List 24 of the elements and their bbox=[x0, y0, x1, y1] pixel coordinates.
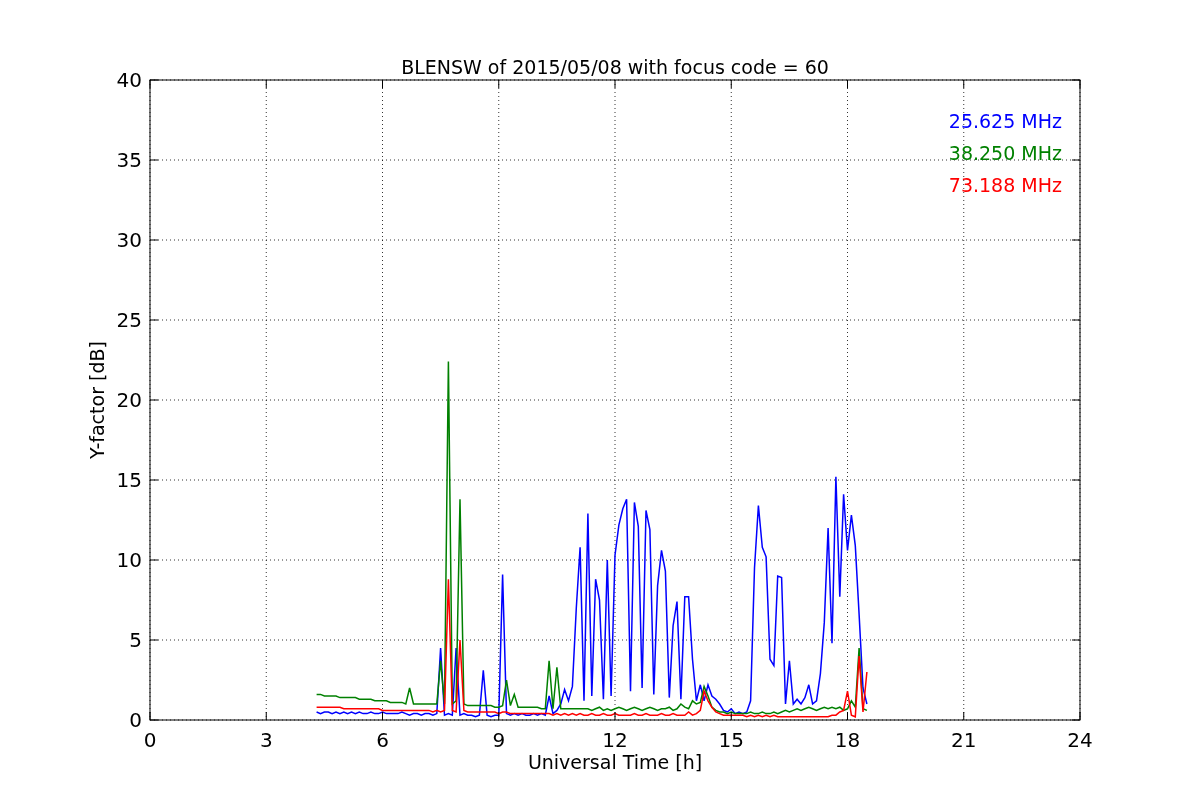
tick-label: 3 bbox=[259, 728, 273, 752]
tick-label: 24 bbox=[1067, 728, 1093, 752]
tick-label: 12 bbox=[602, 728, 628, 752]
tick-label: 25 bbox=[116, 308, 142, 332]
tick-label: 20 bbox=[116, 388, 142, 412]
tick-label: 15 bbox=[116, 468, 142, 492]
legend-label: 73.188 MHz bbox=[948, 174, 1062, 196]
tick-label: 6 bbox=[376, 728, 389, 752]
tick-label: 30 bbox=[116, 228, 142, 252]
tick-label: 35 bbox=[116, 148, 142, 172]
tick-label: 18 bbox=[834, 728, 861, 752]
x-axis-label: Universal Time [h] bbox=[527, 751, 703, 773]
tick-label: 15 bbox=[718, 728, 744, 752]
tick-label: 0 bbox=[143, 728, 157, 752]
tick-label: 9 bbox=[492, 728, 506, 752]
tick-label: 21 bbox=[951, 728, 977, 752]
chart-title: BLENSW of 2015/05/08 with focus code = 60 bbox=[401, 56, 829, 78]
tick-label: 0 bbox=[129, 708, 142, 732]
tick-label: 40 bbox=[116, 68, 142, 92]
y-axis-label: Y-factor [dB] bbox=[86, 341, 108, 459]
legend-label: 25.625 MHz bbox=[948, 110, 1062, 132]
legend-label: 38.250 MHz bbox=[948, 142, 1062, 164]
tick-label: 10 bbox=[116, 548, 142, 572]
tick-label: 5 bbox=[129, 628, 142, 652]
